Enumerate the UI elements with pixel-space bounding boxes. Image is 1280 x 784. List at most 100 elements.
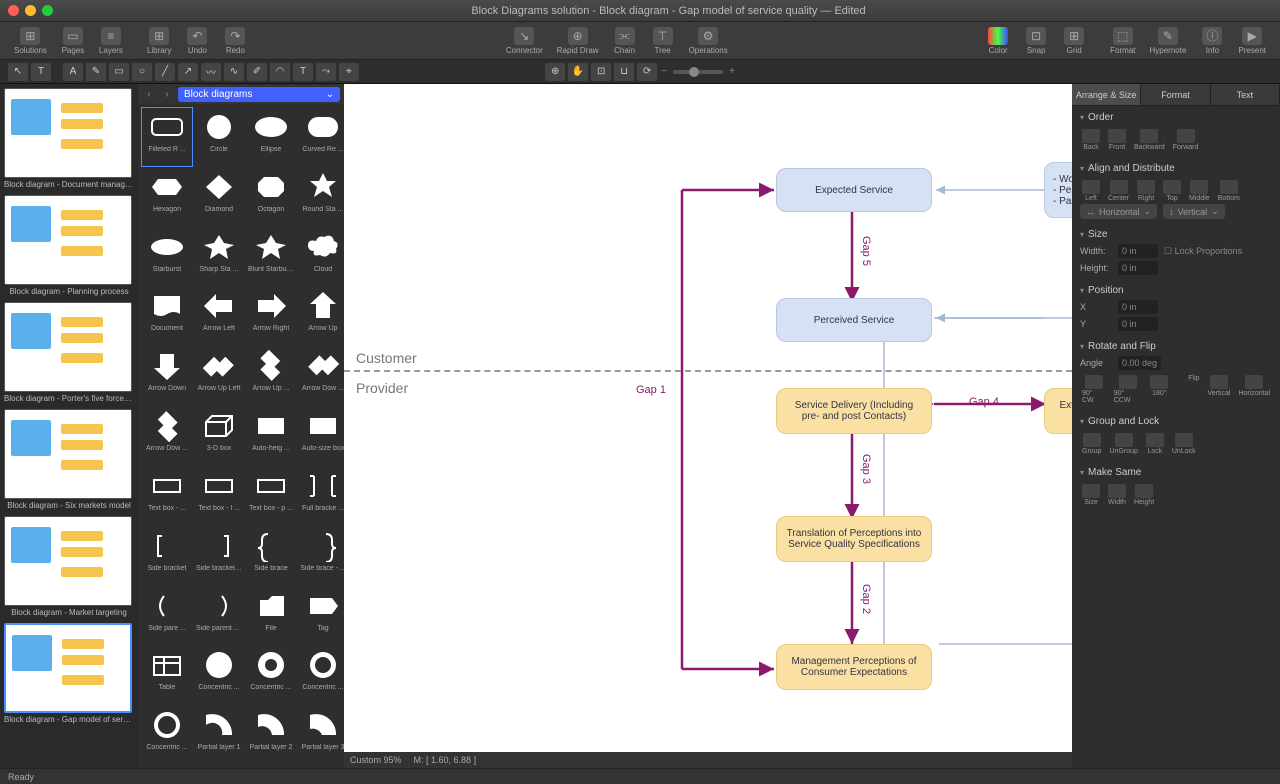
shape-item[interactable]: Tag	[298, 587, 344, 645]
shape-item[interactable]: Concentric ...	[246, 646, 296, 704]
align-header[interactable]: Align and Distribute	[1080, 163, 1272, 174]
connector-button[interactable]: ↘Connector	[500, 25, 549, 57]
same-height-button[interactable]: Height	[1132, 482, 1156, 508]
undo-button[interactable]: ↶Undo	[179, 25, 215, 57]
factors-node[interactable]: - Word of Mouth - Personal Needs - Past …	[1044, 162, 1072, 218]
shape-item[interactable]: Side parenth ...	[194, 587, 244, 645]
page-preview[interactable]: Block diagram - Planning process	[4, 195, 134, 296]
shape-item[interactable]: Auto-size box	[298, 407, 344, 465]
service-delivery-node[interactable]: Service Delivery (Including pre- and pos…	[776, 388, 932, 434]
shape-item[interactable]: Starburst	[142, 228, 192, 286]
page-preview[interactable]: Block diagram - Porter's five forces mod…	[4, 302, 134, 403]
shape-item[interactable]: Cloud	[298, 228, 344, 286]
rect-tool[interactable]: ▭	[109, 63, 129, 81]
perceived-service-node[interactable]: Perceived Service	[776, 298, 932, 342]
shape-item[interactable]: 3-D box	[194, 407, 244, 465]
order-back-button[interactable]: Back	[1080, 127, 1102, 153]
shape-item[interactable]: Side bracket ...	[194, 527, 244, 585]
canvas[interactable]: Customer Provider Gap 1 Gap 5 Gap 4 Gap …	[344, 84, 1072, 752]
translation-node[interactable]: Translation of Perceptions into Service …	[776, 516, 932, 562]
group-header[interactable]: Group and Lock	[1080, 416, 1272, 427]
layers-button[interactable]: ≡Layers	[93, 25, 129, 57]
tab-arrange[interactable]: Arrange & Size	[1072, 84, 1141, 105]
shape-item[interactable]: Arrow Up	[298, 287, 344, 345]
shape-item[interactable]: Arrow Up ...	[246, 347, 296, 405]
distribute-horiz-select[interactable]: ↔ Horizontal ⌄	[1080, 204, 1157, 219]
align-center-button[interactable]: Center	[1106, 178, 1131, 204]
connect-tool[interactable]: ⤳	[316, 63, 336, 81]
curve-tool[interactable]: 〰	[201, 63, 221, 81]
shape-item[interactable]: Document	[142, 287, 192, 345]
shape-item[interactable]: Concentric ...	[142, 706, 192, 764]
align-middle-button[interactable]: Middle	[1187, 178, 1212, 204]
shape-item[interactable]: Ellipse	[246, 108, 296, 166]
align-bottom-button[interactable]: Bottom	[1216, 178, 1242, 204]
shape-item[interactable]: Concentric ...	[194, 646, 244, 704]
order-header[interactable]: Order	[1080, 112, 1272, 123]
external-comm-node[interactable]: External Communications to Consumers	[1044, 388, 1072, 434]
align-right-button[interactable]: Right	[1135, 178, 1157, 204]
order-backward-button[interactable]: Backward	[1132, 127, 1167, 153]
shape-item[interactable]: Side brace	[246, 527, 296, 585]
pick-tool[interactable]: ⌖	[339, 63, 359, 81]
lock-proportions-checkbox[interactable]: ☐ Lock Proportions	[1164, 246, 1242, 257]
shape-item[interactable]: File	[246, 587, 296, 645]
x-field[interactable]: 0 in	[1118, 300, 1158, 314]
shape-item[interactable]: Filleted R ...	[142, 108, 192, 166]
shapes-library-select[interactable]: Block diagrams⌄	[178, 87, 340, 102]
shape-item[interactable]: Table	[142, 646, 192, 704]
rapiddraw-button[interactable]: ⊕Rapid Draw	[551, 25, 605, 57]
shape-item[interactable]: Text box - p ...	[246, 467, 296, 525]
shape-item[interactable]: Octagon	[246, 168, 296, 226]
bezier-tool[interactable]: ∿	[224, 63, 244, 81]
shape-item[interactable]: Partial layer 3	[298, 706, 344, 764]
zoom-tool[interactable]: ⊕	[545, 63, 565, 81]
format-button[interactable]: ⬚Format	[1104, 25, 1141, 57]
present-button[interactable]: ▶Present	[1232, 25, 1272, 57]
rotate-180-button[interactable]: 180°	[1148, 373, 1170, 406]
shape-item[interactable]: Arrow Up Left	[194, 347, 244, 405]
minimize-window-icon[interactable]	[25, 5, 36, 16]
shape-item[interactable]: Text box - ...	[142, 467, 192, 525]
shape-item[interactable]: Blunt Starburst	[246, 228, 296, 286]
close-window-icon[interactable]	[8, 5, 19, 16]
font-tool[interactable]: A	[63, 63, 83, 81]
group-button[interactable]: Group	[1080, 431, 1103, 457]
width-field[interactable]: 0 in	[1118, 244, 1158, 258]
zoom-slider[interactable]	[673, 70, 723, 74]
ungroup-button[interactable]: UnGroup	[1107, 431, 1139, 457]
shapes-fwd-icon[interactable]: ›	[160, 87, 174, 101]
page-preview[interactable]: Block diagram - Gap model of service q..…	[4, 623, 134, 724]
shape-item[interactable]: Side brace - ...	[298, 527, 344, 585]
tree-button[interactable]: ⊤Tree	[645, 25, 681, 57]
align-top-button[interactable]: Top	[1161, 178, 1183, 204]
shape-item[interactable]: Arrow Down	[142, 347, 192, 405]
size-header[interactable]: Size	[1080, 229, 1272, 240]
shape-item[interactable]: Full bracke ...	[298, 467, 344, 525]
rotate-header[interactable]: Rotate and Flip	[1080, 341, 1272, 352]
page-preview[interactable]: Block diagram - Six markets model	[4, 409, 134, 510]
shape-item[interactable]: Side pare ...	[142, 587, 192, 645]
same-size-button[interactable]: Size	[1080, 482, 1102, 508]
line-tool[interactable]: ╱	[155, 63, 175, 81]
rotate-tool[interactable]: ⟳	[637, 63, 657, 81]
operations-button[interactable]: ⚙Operations	[683, 25, 734, 57]
text2-tool[interactable]: T	[293, 63, 313, 81]
color-button[interactable]: Color	[980, 25, 1016, 57]
order-front-button[interactable]: Front	[1106, 127, 1128, 153]
crop-tool[interactable]: ⊔	[614, 63, 634, 81]
hand-tool[interactable]: ✋	[568, 63, 588, 81]
pointer-tool[interactable]: ↖	[8, 63, 28, 81]
makesame-header[interactable]: Make Same	[1080, 467, 1272, 478]
shapes-back-icon[interactable]: ‹	[142, 87, 156, 101]
rotate-cw-button[interactable]: 90° CW	[1080, 373, 1108, 406]
ellipse-tool[interactable]: ○	[132, 63, 152, 81]
arrow-tool[interactable]: ↗	[178, 63, 198, 81]
height-field[interactable]: 0 in	[1118, 261, 1158, 275]
snap-button[interactable]: ⊡Snap	[1018, 25, 1054, 57]
rotate-ccw-button[interactable]: 90° CCW	[1112, 373, 1145, 406]
text-tool[interactable]: T	[31, 63, 51, 81]
pages-button[interactable]: ▭Pages	[55, 25, 91, 57]
management-node[interactable]: Management Perceptions of Consumer Expec…	[776, 644, 932, 690]
shape-item[interactable]: Round Sta ...	[298, 168, 344, 226]
